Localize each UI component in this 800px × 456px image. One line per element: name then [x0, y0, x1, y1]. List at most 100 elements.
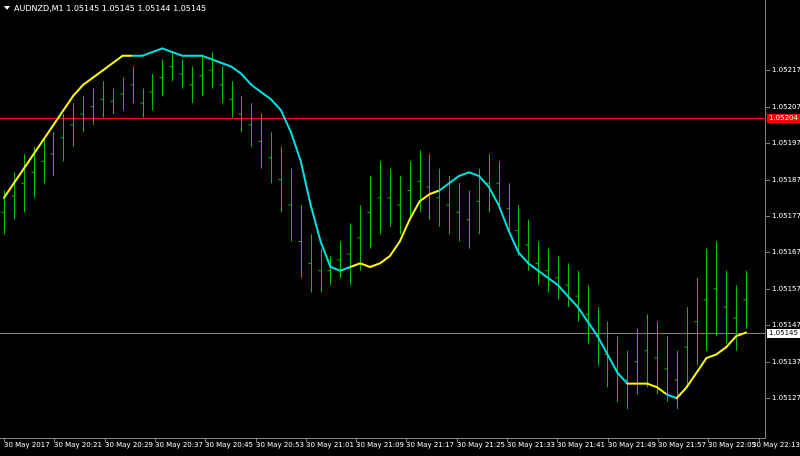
- moving-average-segment: [388, 240, 401, 258]
- moving-average-segment: [418, 193, 431, 203]
- price-bar: [496, 161, 500, 206]
- price-tick: [766, 70, 770, 71]
- price-label: 1.05187: [772, 176, 800, 184]
- moving-average-segment: [557, 284, 569, 298]
- price-label: 1.05217: [772, 66, 800, 74]
- price-bar: [555, 256, 559, 300]
- moving-average-segment: [141, 51, 154, 57]
- moving-average-segment: [260, 91, 273, 101]
- moving-average-segment: [329, 266, 342, 272]
- price-bar: [21, 154, 25, 213]
- price-bar: [169, 52, 173, 82]
- moving-average-segment: [566, 295, 579, 309]
- price-tick: [766, 252, 770, 253]
- price-bar: [238, 95, 242, 133]
- price-bar: [149, 73, 153, 111]
- moving-average-segment: [319, 240, 332, 268]
- moving-average-segment: [448, 174, 461, 185]
- symbol-title[interactable]: AUDNZD,M1 1.05145 1.05145 1.05144 1.0514…: [4, 4, 206, 13]
- price-tick: [766, 398, 770, 399]
- price-bar: [268, 132, 272, 184]
- time-label: 30 May 2017: [4, 441, 50, 449]
- price-tick: [766, 180, 770, 181]
- symbol-title-text: AUDNZD,M1 1.05145 1.05145 1.05144 1.0514…: [14, 4, 207, 13]
- moving-average-segment: [408, 200, 421, 221]
- moving-average-segment: [280, 109, 292, 134]
- price-bar: [50, 132, 54, 176]
- price-bar: [288, 168, 292, 242]
- price-bar: [407, 161, 411, 220]
- dropdown-triangle-icon[interactable]: [4, 6, 10, 10]
- moving-average-segment: [685, 371, 698, 389]
- moving-average-segment: [220, 62, 233, 68]
- price-tick: [766, 107, 770, 108]
- time-label: 30 May 22:13: [751, 441, 800, 449]
- moving-average-segment: [270, 98, 283, 112]
- price-bar: [41, 139, 45, 184]
- moving-average-segment: [487, 185, 500, 207]
- price-label: 1.05137: [772, 358, 800, 366]
- moving-average-segment: [161, 47, 174, 54]
- moving-average-segment: [12, 167, 25, 185]
- price-bar: [258, 114, 262, 169]
- price-bar: [229, 81, 233, 118]
- price-bar: [159, 59, 163, 96]
- price-bar: [486, 154, 490, 213]
- price-bar: [545, 248, 549, 293]
- time-label: 30 May 21:57: [658, 441, 707, 449]
- price-label: 1.05127: [772, 394, 800, 402]
- price-bar: [535, 241, 539, 286]
- moving-average-segment: [42, 123, 55, 141]
- moving-average-segment: [230, 65, 243, 75]
- moving-average-segment: [250, 83, 263, 94]
- price-bar: [476, 168, 480, 235]
- time-label: 30 May 20:37: [155, 441, 204, 449]
- price-bar: [674, 350, 678, 410]
- price-bar: [219, 66, 223, 104]
- price-tick: [766, 289, 770, 290]
- time-label: 30 May 21:17: [406, 441, 455, 449]
- moving-average-segment: [715, 346, 728, 356]
- price-bar: [110, 88, 114, 114]
- moving-average-segment: [359, 262, 372, 268]
- price-bar: [436, 168, 440, 227]
- moving-average-segment: [210, 58, 223, 64]
- price-bar: [248, 103, 252, 147]
- moving-average-segment: [92, 69, 104, 79]
- time-label: 30 May 21:33: [507, 441, 556, 449]
- moving-average-segment: [200, 54, 213, 61]
- time-label: 30 May 21:25: [457, 441, 506, 449]
- price-bar: [120, 77, 124, 111]
- moving-average-segment: [101, 62, 114, 72]
- time-label: 30 May 21:41: [557, 441, 606, 449]
- moving-average-segment: [695, 357, 708, 374]
- moving-average-segment: [547, 276, 560, 287]
- price-bar: [278, 146, 282, 213]
- price-bar: [80, 95, 84, 133]
- price-bar: [189, 66, 193, 104]
- price-bar: [456, 183, 460, 242]
- moving-average-segment: [62, 94, 75, 112]
- price-bar: [199, 55, 203, 96]
- price-bar: [179, 59, 183, 89]
- price-bar: [337, 241, 341, 278]
- price-bar: [100, 81, 104, 118]
- price-bar: [713, 241, 717, 337]
- price-bar: [308, 234, 312, 293]
- moving-average-segment: [82, 76, 95, 86]
- moving-average-segment: [655, 386, 668, 396]
- price-bar: [60, 114, 64, 162]
- price-tick: [766, 216, 770, 217]
- moving-average-segment: [507, 229, 520, 254]
- price-label: 1.05197: [772, 139, 800, 147]
- moving-average-segment: [438, 182, 451, 192]
- price-bar: [575, 270, 579, 322]
- moving-average-segment: [72, 83, 85, 97]
- moving-average-segment: [705, 353, 718, 360]
- price-bar: [130, 66, 134, 104]
- price-label: 1.05157: [772, 285, 800, 293]
- moving-average-segment: [111, 54, 124, 64]
- price-bar: [347, 223, 351, 286]
- price-bar: [703, 248, 707, 351]
- moving-average-segment: [349, 262, 362, 268]
